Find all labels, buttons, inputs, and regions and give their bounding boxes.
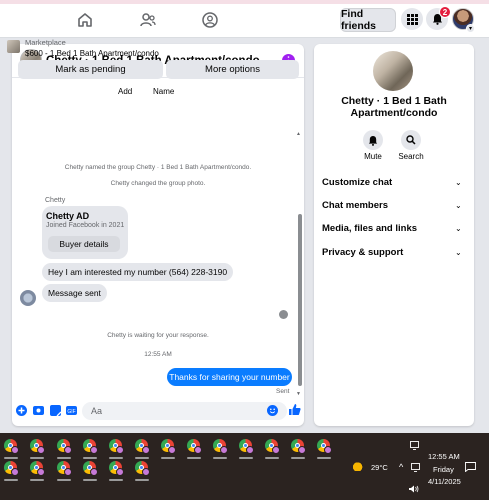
network-icon[interactable] [411, 463, 420, 472]
browser-app-icon[interactable] [81, 459, 99, 481]
plus-icon[interactable] [16, 405, 27, 416]
browser-app-icon[interactable] [237, 437, 255, 459]
emoji-icon[interactable] [267, 405, 278, 416]
browser-app-icon[interactable] [28, 437, 46, 459]
chevron-down-icon[interactable]: ▾ [466, 24, 475, 33]
info-title: Chetty · 1 Bed 1 Bath Apartment/condo [341, 95, 447, 119]
buyer-joined: Joined Facebook in 2021 [46, 222, 125, 229]
chevron-up-icon[interactable]: ^ [399, 462, 403, 472]
groups-icon[interactable] [201, 11, 219, 29]
browser-app-icon[interactable] [289, 437, 307, 459]
buyer-details-button[interactable]: Buyer details [48, 236, 120, 252]
camera-icon[interactable] [33, 405, 44, 416]
home-icon[interactable] [76, 11, 94, 29]
browser-app-icon[interactable] [185, 437, 203, 459]
temperature[interactable]: 29°C [371, 463, 388, 472]
chevron-down-icon[interactable]: ⌄ [455, 201, 462, 210]
buyer-name: Chetty AD [46, 211, 90, 221]
mark-as-pending-button[interactable]: Mark as pending [18, 60, 163, 79]
mute-button[interactable] [363, 130, 383, 150]
sent-status: Sent [276, 388, 290, 395]
listing-thumbnail[interactable] [7, 40, 20, 53]
outgoing-message[interactable]: Thanks for sharing your number [167, 368, 292, 386]
clock-time[interactable]: 12:55 AM [428, 452, 460, 461]
browser-app-icon[interactable] [107, 437, 125, 459]
browser-app-icon[interactable] [55, 437, 73, 459]
mute-label: Mute [364, 152, 382, 161]
media-files-links-item[interactable]: Media, files and links [322, 223, 417, 234]
system-message: Chetty changed the group photo. [110, 180, 206, 187]
gif-icon[interactable]: GIF [66, 405, 77, 416]
group-photo[interactable] [373, 51, 413, 91]
search-icon [406, 135, 416, 145]
chevron-down-icon[interactable]: ⌄ [455, 178, 462, 187]
browser-app-icon[interactable] [263, 437, 281, 459]
chevron-down-icon[interactable]: ⌄ [455, 248, 462, 257]
more-options-button[interactable]: More options [166, 60, 299, 79]
system-message: Chetty named the group Chetty · 1 Bed 1 … [64, 164, 252, 171]
sticker-icon[interactable] [50, 405, 61, 416]
browser-app-icon[interactable] [107, 459, 125, 481]
browser-app-icon[interactable] [81, 437, 99, 459]
clock-day[interactable]: Friday [433, 465, 454, 474]
marketplace-label: Marketplace [25, 38, 66, 47]
browser-app-icon[interactable] [28, 459, 46, 481]
top-accent-strip [0, 0, 489, 4]
waiting-message: Chetty is waiting for your response. [107, 332, 209, 339]
chat-members-item[interactable]: Chat members [322, 200, 388, 211]
weather-icon[interactable] [352, 461, 366, 471]
column-header-add: Add [118, 87, 133, 96]
like-icon[interactable] [288, 403, 301, 416]
find-friends-button[interactable]: Find friends [340, 8, 396, 32]
incoming-message[interactable]: Hey I am interested my number (564) 228-… [42, 263, 234, 281]
search-label: Search [398, 152, 424, 161]
browser-app-icon[interactable] [133, 459, 151, 481]
incoming-message[interactable]: Message sent [42, 284, 107, 302]
seen-indicator-icon [279, 310, 288, 319]
listing-title[interactable]: $600 - 1 Bed 1 Bath Apartment/condo [25, 49, 159, 58]
column-header-name: Name [153, 87, 175, 96]
notification-badge: 2 [439, 6, 451, 18]
browser-app-icon[interactable] [55, 459, 73, 481]
browser-app-icon[interactable] [2, 437, 20, 459]
menu-button[interactable] [401, 8, 423, 30]
clock-date[interactable]: 4/11/2025 [428, 477, 461, 486]
browser-app-icon[interactable] [211, 437, 229, 459]
sender-name: Chetty [45, 197, 66, 204]
browser-app-icon[interactable] [315, 437, 333, 459]
sender-avatar[interactable] [20, 290, 36, 306]
svg-text:GIF: GIF [67, 409, 75, 415]
scroll-down-arrow[interactable]: ▼ [296, 391, 301, 397]
scroll-up-arrow[interactable]: ▲ [296, 131, 301, 137]
bell-icon [368, 135, 378, 146]
customize-chat-item[interactable]: Customize chat [322, 177, 392, 188]
privacy-support-item[interactable]: Privacy & support [322, 247, 403, 258]
notification-center-icon[interactable] [465, 462, 476, 472]
browser-app-icon[interactable] [133, 437, 151, 459]
chevron-down-icon[interactable]: ⌄ [455, 224, 462, 233]
message-input[interactable]: Aa [82, 402, 287, 420]
scrollbar-thumb[interactable] [298, 214, 302, 386]
volume-icon[interactable] [409, 485, 419, 493]
network-icon[interactable] [410, 441, 419, 450]
search-button[interactable] [401, 130, 421, 150]
message-timestamp: 12:55 AM [144, 351, 172, 358]
friends-icon[interactable] [139, 11, 157, 29]
browser-app-icon[interactable] [159, 437, 177, 459]
browser-app-icon[interactable] [2, 459, 20, 481]
grid-icon [406, 13, 418, 25]
